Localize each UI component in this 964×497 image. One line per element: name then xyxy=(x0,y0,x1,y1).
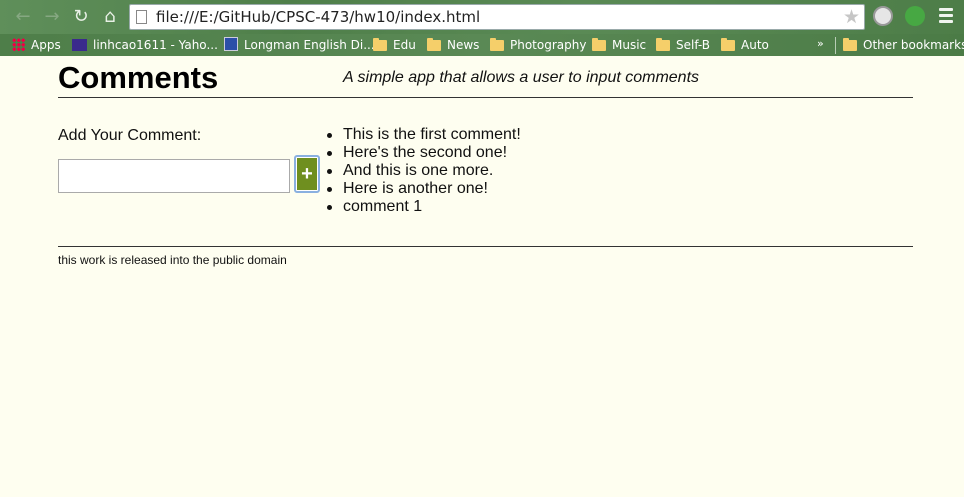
add-comment-label: Add Your Comment: xyxy=(58,127,202,144)
bookmark-folder-edu[interactable]: Edu xyxy=(373,37,416,53)
folder-icon xyxy=(656,38,670,51)
menu-icon[interactable] xyxy=(939,8,953,26)
bookmark-folder-music[interactable]: Music xyxy=(592,37,646,53)
comment-input[interactable] xyxy=(58,159,290,193)
reload-icon[interactable]: ↻ xyxy=(70,6,92,28)
bookmark-folder-auto[interactable]: Auto xyxy=(721,37,769,53)
bookmark-longman[interactable]: Longman English Di... xyxy=(224,37,375,53)
back-arrow-icon[interactable]: ← xyxy=(12,6,34,28)
list-item: Here is another one! xyxy=(324,180,521,198)
list-item: Here's the second one! xyxy=(324,144,521,162)
bookmark-apps[interactable]: Apps xyxy=(12,37,61,53)
bookmarks-divider xyxy=(835,37,836,54)
footer-divider xyxy=(58,246,913,247)
folder-icon xyxy=(843,38,857,51)
browser-toolbar: ← → ↻ ⌂ file:///E:/GitHub/CPSC-473/hw10/… xyxy=(0,0,964,34)
page-content: Comments A simple app that allows a user… xyxy=(0,56,964,497)
page-subtitle: A simple app that allows a user to input… xyxy=(343,69,700,86)
folder-icon xyxy=(427,38,441,51)
bookmark-other-bookmarks[interactable]: Other bookmarks xyxy=(843,37,964,53)
bookmark-star-icon[interactable]: ★ xyxy=(843,6,860,28)
bookmark-yahoo-mail[interactable]: linhcao1611 - Yaho... xyxy=(72,37,218,53)
bookmark-folder-news[interactable]: News xyxy=(427,37,479,53)
list-item: This is the first comment! xyxy=(324,126,521,144)
bookmark-folder-self-b[interactable]: Self-B xyxy=(656,37,710,53)
extension-leaf-icon[interactable] xyxy=(905,6,925,26)
list-item: And this is one more. xyxy=(324,162,521,180)
page-icon xyxy=(136,10,147,24)
folder-icon xyxy=(592,38,606,51)
bookmark-folder-photography[interactable]: Photography xyxy=(490,37,586,53)
bookmarks-overflow-chevron[interactable]: » xyxy=(817,37,824,50)
address-bar[interactable]: file:///E:/GitHub/CPSC-473/hw10/index.ht… xyxy=(129,4,865,30)
folder-icon xyxy=(490,38,504,51)
page-header: Comments A simple app that allows a user… xyxy=(58,60,913,98)
apps-grid-icon xyxy=(12,38,25,51)
add-comment-button[interactable]: + xyxy=(294,155,320,193)
extension-shield-icon[interactable] xyxy=(873,6,893,26)
dictionary-icon xyxy=(224,37,238,51)
plus-icon: + xyxy=(297,158,317,190)
list-item: comment 1 xyxy=(324,198,521,216)
home-icon[interactable]: ⌂ xyxy=(99,6,121,28)
forward-arrow-icon[interactable]: → xyxy=(41,6,63,28)
footer-text: this work is released into the public do… xyxy=(58,253,287,267)
comment-list: This is the first comment! Here's the se… xyxy=(324,126,521,216)
folder-icon xyxy=(721,38,735,51)
page-title: Comments xyxy=(58,60,219,95)
folder-icon xyxy=(373,38,387,51)
url-text[interactable]: file:///E:/GitHub/CPSC-473/hw10/index.ht… xyxy=(156,8,480,26)
mail-icon xyxy=(72,39,87,51)
